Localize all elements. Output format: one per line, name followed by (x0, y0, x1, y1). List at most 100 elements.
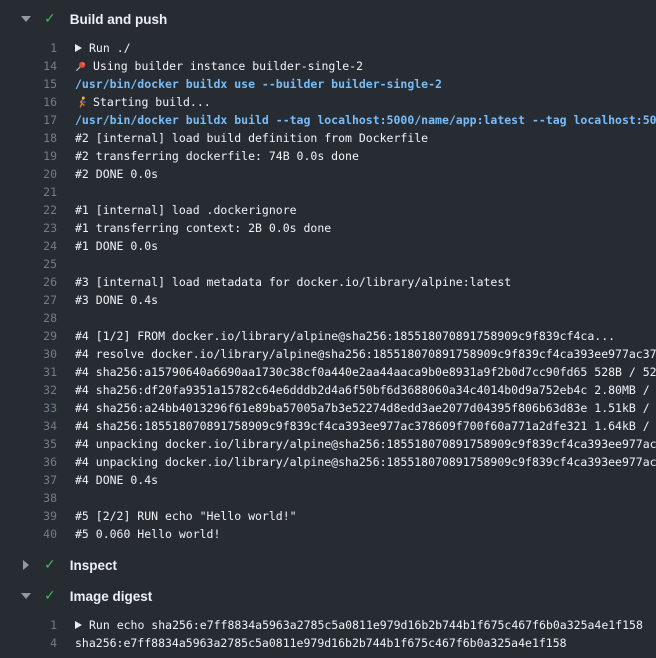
log-lines-build-and-push: 1 Run ./ 14 Using builder instance builder-… (0, 39, 656, 543)
line-number[interactable]: 24 (0, 237, 57, 255)
log-text: Using builder instance builder-single-2 (75, 57, 363, 75)
log-text-value: #1 [internal] load .dockerignore (75, 201, 297, 219)
log-text: #4 sha256:a15790640a6690aa1730c38cf0a440… (75, 363, 656, 381)
line-number[interactable]: 38 (0, 489, 57, 507)
line-number[interactable]: 20 (0, 165, 57, 183)
log-text-value: sha256:e7ff8834a5963a2785c5a0811e979d16b… (75, 634, 567, 652)
log-text-value: #4 unpacking docker.io/library/alpine@sh… (75, 453, 656, 471)
chevron-down-icon[interactable] (20, 593, 32, 599)
log-line: 31 #4 sha256:a15790640a6690aa1730c38cf0a4… (0, 363, 656, 381)
log-text: #4 sha256:185518070891758909c9f839cf4ca3… (75, 417, 656, 435)
line-number[interactable]: 18 (0, 129, 57, 147)
section-header-image-digest[interactable]: ✓ Image digest (0, 587, 656, 605)
line-number[interactable]: 34 (0, 417, 57, 435)
log-line: 21 (0, 183, 656, 201)
log-text: #3 [internal] load metadata for docker.i… (75, 273, 511, 291)
log-text: #5 [2/2] RUN echo "Hello world!" (75, 507, 297, 525)
log-text-value: #5 0.060 Hello world! (75, 525, 220, 543)
line-number[interactable]: 17 (0, 111, 57, 129)
check-icon: ✓ (44, 558, 56, 572)
log-line: 37 #4 DONE 0.4s (0, 471, 656, 489)
line-number[interactable]: 31 (0, 363, 57, 381)
log-text: #4 resolve docker.io/library/alpine@sha2… (75, 345, 656, 363)
log-line: 1 Run echo sha256:e7ff8834a5963a2785c5a08… (0, 616, 656, 634)
line-number[interactable]: 37 (0, 471, 57, 489)
log-text-value: /usr/bin/docker buildx use --builder bui… (75, 75, 442, 93)
log-text-value: /usr/bin/docker buildx build --tag local… (75, 111, 656, 129)
log-text: #4 sha256:a24bb4013296f61e89ba57005a7b3e… (75, 399, 656, 417)
line-number[interactable]: 16 (0, 93, 57, 111)
line-number[interactable]: 4 (0, 634, 57, 652)
line-number[interactable]: 35 (0, 435, 57, 453)
log-text: Run echo sha256:e7ff8834a5963a2785c5a081… (75, 616, 643, 634)
log-text: #1 [internal] load .dockerignore (75, 201, 297, 219)
log-text-value: #4 sha256:a24bb4013296f61e89ba57005a7b3e… (75, 399, 656, 417)
log-line: 34 #4 sha256:185518070891758909c9f839cf4c… (0, 417, 656, 435)
log-text: Starting build... (75, 93, 211, 111)
line-number[interactable]: 21 (0, 183, 57, 201)
log-text-value: #2 [internal] load build definition from… (75, 129, 428, 147)
line-number[interactable]: 14 (0, 57, 57, 75)
line-number[interactable]: 19 (0, 147, 57, 165)
runner-icon (75, 96, 87, 108)
log-text: #3 DONE 0.4s (75, 291, 158, 309)
log-text: #4 unpacking docker.io/library/alpine@sh… (75, 453, 656, 471)
line-number[interactable]: 23 (0, 219, 57, 237)
log-line: 38 (0, 489, 656, 507)
log-text-value: Starting build... (93, 93, 211, 111)
expand-group-icon[interactable] (75, 621, 82, 629)
log-line: 35 #4 unpacking docker.io/library/alpine@… (0, 435, 656, 453)
log-text: #1 DONE 0.0s (75, 237, 158, 255)
log-line: 18 #2 [internal] load build definition fr… (0, 129, 656, 147)
line-number[interactable]: 30 (0, 345, 57, 363)
log-text: #4 DONE 0.4s (75, 471, 158, 489)
section-header-build-and-push[interactable]: ✓ Build and push (0, 10, 656, 28)
line-number[interactable]: 29 (0, 327, 57, 345)
log-line: 22 #1 [internal] load .dockerignore (0, 201, 656, 219)
section-title: Image digest (70, 589, 153, 604)
line-number[interactable]: 26 (0, 273, 57, 291)
line-number[interactable]: 39 (0, 507, 57, 525)
line-number[interactable]: 32 (0, 381, 57, 399)
log-text: /usr/bin/docker buildx build --tag local… (75, 111, 656, 129)
log-line: 40 #5 0.060 Hello world! (0, 525, 656, 543)
log-text-value: #4 DONE 0.4s (75, 471, 158, 489)
log-line: 1 Run ./ (0, 39, 656, 57)
line-number[interactable]: 22 (0, 201, 57, 219)
log-text-value: #2 DONE 0.0s (75, 165, 158, 183)
log-line: 27 #3 DONE 0.4s (0, 291, 656, 309)
line-number[interactable]: 28 (0, 309, 57, 327)
log-text: sha256:e7ff8834a5963a2785c5a0811e979d16b… (75, 634, 567, 652)
line-number[interactable]: 1 (0, 39, 57, 57)
line-number[interactable]: 33 (0, 399, 57, 417)
chevron-right-icon[interactable] (20, 560, 32, 570)
line-number[interactable]: 15 (0, 75, 57, 93)
line-number[interactable]: 40 (0, 525, 57, 543)
log-line: 15/usr/bin/docker buildx use --builder b… (0, 75, 656, 93)
section-title: Inspect (70, 558, 117, 573)
log-text-value: #1 transferring context: 2B 0.0s done (75, 219, 331, 237)
expand-group-icon[interactable] (75, 44, 82, 52)
section-image-digest: ✓ Image digest 1 Run echo sha256:e7ff8834… (0, 587, 656, 652)
line-number[interactable]: 25 (0, 255, 57, 273)
log-text: #5 0.060 Hello world! (75, 525, 220, 543)
log-text-value: Using builder instance builder-single-2 (93, 57, 363, 75)
log-text: #4 unpacking docker.io/library/alpine@sh… (75, 435, 656, 453)
section-header-inspect[interactable]: ✓ Inspect (0, 556, 656, 574)
log-text-value: #5 [2/2] RUN echo "Hello world!" (75, 507, 297, 525)
log-line: 29#4 [1/2] FROM docker.io/library/alpine… (0, 327, 656, 345)
log-lines-image-digest: 1 Run echo sha256:e7ff8834a5963a2785c5a08… (0, 616, 656, 652)
log-text-value: Run ./ (89, 39, 131, 57)
line-number[interactable]: 36 (0, 453, 57, 471)
log-text: #4 sha256:df20fa9351a15782c64e6dddb2d4a6… (75, 381, 656, 399)
log-text-value: #4 unpacking docker.io/library/alpine@sh… (75, 435, 656, 453)
line-number[interactable]: 27 (0, 291, 57, 309)
chevron-down-icon[interactable] (20, 16, 32, 22)
section-title: Build and push (70, 12, 168, 27)
section-inspect: ✓ Inspect (0, 556, 656, 574)
log-line: 32 #4 sha256:df20fa9351a15782c64e6dddb2d4… (0, 381, 656, 399)
line-number[interactable]: 1 (0, 616, 57, 634)
log-line: 30 #4 resolve docker.io/library/alpine@sh… (0, 345, 656, 363)
log-text-value: #4 sha256:df20fa9351a15782c64e6dddb2d4a6… (75, 381, 656, 399)
check-icon: ✓ (44, 12, 56, 26)
